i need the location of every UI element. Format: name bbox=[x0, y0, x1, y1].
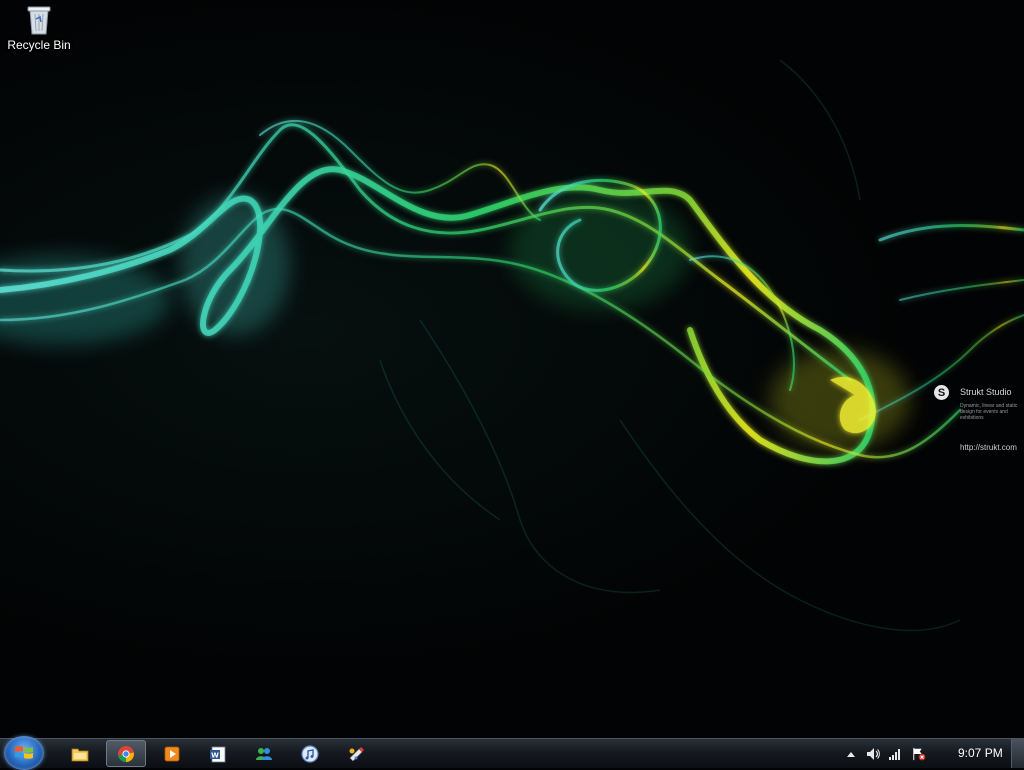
taskbar-button-word[interactable]: W bbox=[198, 740, 238, 767]
taskbar-clock[interactable]: 9:07 PM bbox=[958, 746, 1003, 760]
folder-icon bbox=[71, 748, 89, 761]
notification-area: 9:07 PM bbox=[834, 739, 1024, 769]
taskbar-button-media-player[interactable] bbox=[152, 740, 192, 767]
taskbar-button-windows-explorer[interactable] bbox=[60, 740, 100, 767]
show-hidden-icons-icon bbox=[847, 752, 855, 757]
word-icon: W bbox=[210, 746, 226, 762]
network-button[interactable] bbox=[888, 747, 902, 761]
chrome-icon bbox=[118, 745, 134, 762]
svg-text:W: W bbox=[211, 751, 219, 759]
taskbar-button-google-chrome[interactable] bbox=[106, 740, 146, 767]
taskbar: W 9:07 PM bbox=[0, 736, 1024, 770]
taskbar-button-messenger[interactable] bbox=[244, 740, 284, 767]
taskbar-button-paint[interactable] bbox=[336, 740, 376, 767]
network-signal-icon bbox=[889, 749, 900, 760]
show-desktop-button[interactable] bbox=[1011, 739, 1024, 768]
wallpaper-smoke-art bbox=[0, 59, 1024, 632]
recycle-bin-icon bbox=[27, 6, 51, 35]
itunes-icon bbox=[301, 744, 319, 763]
action-center-flag-icon bbox=[913, 747, 926, 761]
volume-icon bbox=[867, 748, 880, 760]
taskbar-button-itunes[interactable] bbox=[290, 740, 330, 767]
desktop[interactable]: Recycle Bin S Strukt Studio Dynamic, lin… bbox=[0, 0, 1024, 738]
paint-icon bbox=[349, 746, 364, 761]
show-hidden-icons-button[interactable] bbox=[844, 747, 858, 761]
messenger-icon bbox=[256, 747, 272, 760]
volume-button[interactable] bbox=[866, 747, 880, 761]
brand-name: Strukt Studio bbox=[960, 387, 1012, 397]
windows-logo-icon bbox=[15, 746, 33, 759]
start-button[interactable] bbox=[4, 736, 44, 770]
desktop-icon-label: Recycle Bin bbox=[7, 38, 71, 52]
brand-url: http://strukt.com bbox=[960, 443, 1017, 452]
wallpaper-brand-block: S Strukt Studio Dynamic, linear and stat… bbox=[932, 384, 1024, 458]
desktop-icon-recycle-bin[interactable]: Recycle Bin bbox=[4, 4, 74, 62]
media-player-icon bbox=[164, 746, 180, 761]
action-center-button[interactable] bbox=[912, 747, 926, 761]
brand-tagline: Dynamic, linear and static design for ev… bbox=[960, 403, 1018, 421]
strukt-logo-icon: S bbox=[934, 385, 949, 400]
